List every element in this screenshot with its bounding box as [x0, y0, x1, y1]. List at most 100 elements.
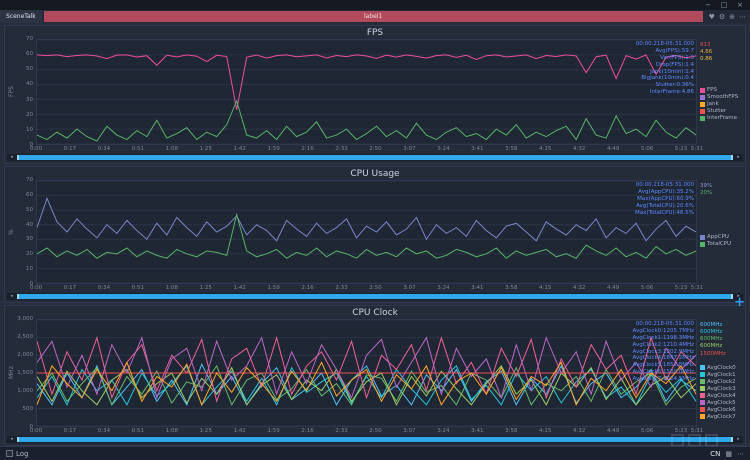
right-labels: 913 4.86 0.86	[700, 42, 743, 63]
legend-swatch	[700, 407, 705, 413]
scroll-thumb[interactable]	[17, 437, 733, 442]
x-tick: 3:58	[505, 285, 518, 291]
legend-item[interactable]: AvgClock3	[700, 386, 743, 392]
x-tick: 3:41	[471, 285, 484, 291]
legend-item[interactable]: AppCPU	[700, 234, 743, 240]
x-tick: 4:49	[606, 285, 620, 291]
chart-scrollbar[interactable]: ◂ ▸	[7, 436, 743, 443]
right-axis-label: 600MHz	[700, 329, 723, 336]
x-axis-labels: 0:00 0:17 0:34 0:51 1:08 1:25 1:42 1:59 2:16 2:33…	[30, 427, 703, 435]
legend-swatch	[700, 379, 705, 385]
legend-swatch	[700, 365, 705, 371]
settings-icon[interactable]: ⚙	[719, 13, 725, 21]
y-axis-title: MHz	[8, 366, 15, 380]
x-tick: 2:50	[369, 428, 382, 434]
x-tick: 0:17	[63, 146, 77, 152]
right-labels: 39% 20%	[700, 183, 743, 197]
right-axis-label: 0.86	[700, 56, 713, 63]
legend-item[interactable]: InterFrame	[700, 115, 743, 121]
legend-swatch	[700, 393, 705, 399]
legend-swatch	[700, 241, 705, 247]
x-tick: 5:23	[674, 146, 688, 152]
legend-item[interactable]: AvgClock7	[700, 414, 743, 420]
scroll-track[interactable]	[16, 293, 734, 300]
chart-scrollbar[interactable]: ◂ ▸	[7, 154, 743, 161]
y-tick-labels: 0 10 20 30 40 50 60 70	[16, 177, 36, 287]
minimize-button[interactable]: −	[701, 0, 715, 10]
y-tick: 3,000	[17, 316, 33, 322]
maximize-button[interactable]: □	[717, 0, 731, 10]
chart-scrollbar[interactable]: ◂ ▸	[7, 293, 743, 300]
x-tick: 4:49	[606, 428, 620, 434]
legend-label: AvgClock5	[707, 399, 736, 406]
x-tick: 3:24	[437, 428, 450, 434]
right-labels: 600MHz 600MHz 600MHz 600MHz 1500MHz	[700, 322, 743, 358]
scroll-left-button[interactable]: ◂	[7, 293, 16, 300]
legend-item[interactable]: FPS	[700, 87, 743, 93]
scroll-right-button[interactable]: ▸	[734, 436, 743, 443]
scroll-thumb[interactable]	[17, 155, 733, 160]
legend-column: 39% 20% AppCPU TotalCPU	[697, 180, 743, 284]
y-tick: 60	[26, 51, 33, 58]
legend-item[interactable]: Jank	[700, 101, 743, 107]
favorite-icon[interactable]: ♥	[709, 13, 715, 21]
legend: AppCPU TotalCPU	[700, 234, 743, 247]
scroll-left-button[interactable]: ◂	[7, 154, 16, 161]
x-tick: 1:42	[233, 285, 246, 291]
chart-canvas	[37, 181, 696, 283]
legend-label: AvgClock3	[707, 385, 736, 392]
scroll-track[interactable]	[16, 154, 734, 161]
x-tick: 3:07	[403, 428, 416, 434]
plot-area[interactable]: 00:00.218-05:31.000 AvgClock0:1205.7MHz Av…	[36, 319, 697, 427]
crosshair-icon[interactable]: +	[734, 296, 745, 309]
app-label[interactable]: SceneTalk	[0, 10, 42, 23]
more-icon[interactable]: ⋯	[739, 13, 746, 21]
x-tick: 2:16	[301, 146, 314, 152]
right-axis-label: 913	[700, 42, 711, 48]
x-tick: 4:49	[606, 146, 620, 152]
x-tick: 2:33	[335, 428, 348, 434]
ime-keyboard-icon[interactable]: ▦	[725, 450, 732, 458]
x-tick: 4:32	[572, 428, 586, 434]
legend-item[interactable]: AvgClock1	[700, 372, 743, 378]
legend-label: AvgClock2	[707, 378, 736, 385]
y-tick: 70	[26, 36, 33, 42]
x-tick: 5:31	[690, 146, 704, 152]
legend-item[interactable]: AvgClock4	[700, 393, 743, 399]
legend-item[interactable]: AvgClock2	[700, 379, 743, 385]
log-checkbox[interactable]	[6, 450, 13, 457]
legend-item[interactable]: AvgClock6	[700, 407, 743, 413]
x-tick: 1:59	[267, 285, 280, 291]
x-tick: 2:50	[369, 285, 382, 291]
x-tick: 1:25	[199, 146, 212, 152]
log-toggle[interactable]: Log	[6, 450, 29, 458]
toolbar: SceneTalk label1 ♥ ⚙ ⊕ ⋯	[0, 10, 750, 23]
legend-item[interactable]: AvgClock0	[700, 365, 743, 371]
legend-item[interactable]: AvgClock5	[700, 400, 743, 406]
session-label-bar[interactable]: label1	[43, 11, 703, 22]
legend-item[interactable]: TotalCPU	[700, 241, 743, 247]
close-button[interactable]: ×	[733, 0, 747, 10]
chart-canvas	[37, 40, 696, 144]
legend: FPS SmoothFPS Jank Stutter InterFrame	[700, 87, 743, 121]
scroll-right-button[interactable]: ▸	[734, 154, 743, 161]
scroll-left-button[interactable]: ◂	[7, 436, 16, 443]
scroll-thumb[interactable]	[17, 294, 733, 299]
x-tick: 0:00	[29, 146, 43, 152]
legend-item[interactable]: SmoothFPS	[700, 94, 743, 100]
legend-item[interactable]: Stutter	[700, 108, 743, 114]
y-tick: 40	[26, 221, 33, 228]
x-tick: 4:32	[572, 285, 586, 291]
y-tick: 20	[26, 251, 33, 258]
x-tick: 4:32	[572, 146, 586, 152]
x-tick: 3:24	[437, 146, 450, 152]
legend-label: AvgClock1	[707, 371, 736, 378]
add-icon[interactable]: ⊕	[729, 13, 735, 21]
plot-area[interactable]: 00:00.218-05:31.000 Avg(AppCPU):35.2% Max(…	[36, 180, 697, 284]
right-axis-label: 39%	[700, 183, 713, 189]
y-tick: 2,500	[17, 333, 33, 340]
plot-area[interactable]: 00:00.218-05:31.000 Avg(FPS):59.7 Var(FPS)…	[36, 39, 697, 145]
ime-more-icon[interactable]: ⋯	[737, 450, 744, 458]
scroll-track[interactable]	[16, 436, 734, 443]
language-indicator[interactable]: CN	[710, 450, 720, 458]
